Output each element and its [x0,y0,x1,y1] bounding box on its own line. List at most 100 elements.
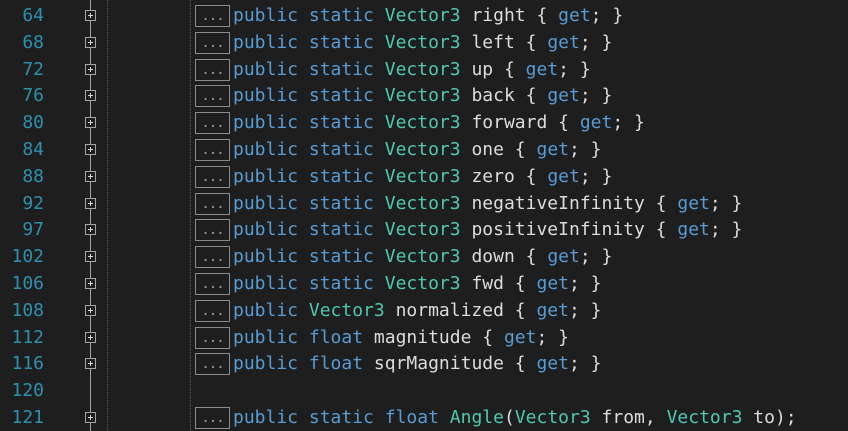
punctuation: { [644,192,678,214]
code-line[interactable]: 92... public static Vector3 negativeInfin… [0,191,848,218]
punctuation [374,219,385,240]
punctuation [298,353,309,374]
expand-plus-icon[interactable] [85,358,96,370]
punctuation [298,246,309,267]
punctuation: ; } [709,219,743,241]
collapsed-region-box[interactable]: ... [195,58,230,81]
code-text: public float magnitude { get; } [233,327,569,348]
code-text: public static Vector3 left { get; } [233,32,612,53]
punctuation: { [493,58,526,80]
punctuation: { [503,139,537,160]
code-line[interactable]: 112... public float magnitude { get; } [0,325,848,352]
keyword: public [233,85,299,107]
keyword: public [233,219,299,241]
punctuation: { [503,273,537,294]
collapsed-region-box[interactable]: ... [195,192,230,215]
type-name: Vector3 [666,407,743,428]
expand-plus-icon[interactable] [85,304,96,316]
collapsed-region-box[interactable]: ... [195,273,230,295]
punctuation: { [503,353,537,375]
code-line[interactable]: 97... public static Vector3 positiveInfin… [0,217,848,244]
punctuation [374,5,385,26]
expand-plus-icon[interactable] [85,170,96,182]
punctuation [374,407,385,428]
punctuation: { [514,85,548,107]
collapsed-region-box[interactable]: ... [195,139,230,161]
punctuation: , [644,407,667,428]
collapsed-region-box[interactable]: ... [195,112,230,135]
code-line[interactable]: 80... public static Vector3 forward { get… [0,110,848,137]
expand-plus-icon[interactable] [85,197,96,209]
code-line[interactable]: 64... public static Vector3 right { get; … [0,3,848,30]
expand-plus-icon[interactable] [85,10,96,21]
collapsed-region-box[interactable]: ... [195,299,230,322]
collapsed-region-box[interactable]: ... [195,353,230,376]
keyword: public [233,58,299,80]
line-number: 68 [22,31,44,53]
code-text: public static Vector3 forward { get; } [233,113,645,133]
expand-plus-icon[interactable] [85,251,96,263]
collapsed-region-box[interactable]: ... [195,326,230,349]
expand-plus-icon[interactable] [85,331,96,343]
collapsed-region-box[interactable]: ... [195,85,230,108]
punctuation: { [547,112,580,134]
expand-plus-icon[interactable] [85,63,96,75]
code-editor[interactable]: 64... public static Vector3 right { get; … [0,0,848,431]
punctuation: { [514,246,548,268]
code-line[interactable]: 121... public static float Angle(Vector3 … [0,405,848,431]
punctuation: ; } [558,58,591,80]
code-text: public static Vector3 positiveInfinity {… [233,220,742,240]
punctuation [461,166,472,187]
code-line[interactable]: 76... public static Vector3 back { get; } [0,83,848,110]
punctuation [461,246,472,267]
punctuation [298,32,309,53]
collapsed-region-box[interactable]: ... [195,246,230,269]
code-line[interactable]: 120 [0,378,848,405]
collapsed-region-box[interactable]: ... [195,219,230,242]
code-text: public static Vector3 negativeInfinity {… [233,192,742,214]
punctuation [298,193,309,214]
type-name: Vector3 [384,5,461,26]
code-line[interactable]: 108... public Vector3 normalized { get; } [0,298,848,325]
code-line[interactable]: 68... public static Vector3 left { get; } [0,30,848,57]
expand-plus-icon[interactable] [85,278,96,289]
collapsed-region-box[interactable]: ... [195,31,230,54]
identifier: fwd [471,273,504,294]
punctuation [461,273,472,294]
code-line[interactable]: 72... public static Vector3 up { get; } [0,57,848,84]
expand-plus-icon[interactable] [85,36,96,48]
code-line[interactable]: 84... public static Vector3 one { get; } [0,137,848,164]
punctuation: ( [503,407,515,428]
code-line[interactable]: 102... public static Vector3 down { get; … [0,244,848,271]
collapsed-region-box[interactable]: ... [195,407,230,429]
keyword: static [308,192,374,214]
code-line[interactable]: 116... public float sqrMagnitude { get; } [0,351,848,378]
keyword: public [233,192,299,214]
line-number: 64 [22,5,44,26]
line-number: 76 [22,85,44,107]
collapsed-region-box[interactable]: ... [195,165,230,188]
expand-plus-icon[interactable] [85,144,96,155]
code-text: public static Vector3 right { get; } [233,6,623,26]
code-text: public static Vector3 fwd { get; } [233,274,602,294]
collapsed-region-box[interactable]: ... [195,5,230,27]
punctuation [374,246,385,267]
keyword: public [233,112,299,134]
line-number: 116 [11,353,44,375]
expand-plus-icon[interactable] [85,412,96,423]
type-name: Vector3 [384,246,461,268]
code-line[interactable]: 106... public static Vector3 fwd { get; } [0,271,848,298]
code-text: public static Vector3 one { get; } [233,140,602,160]
punctuation [461,219,472,240]
keyword: float [308,353,364,375]
expand-plus-icon[interactable] [85,117,96,129]
expand-plus-icon[interactable] [85,224,96,236]
expand-plus-icon[interactable] [85,90,96,102]
type-name: Vector3 [384,165,461,187]
code-line[interactable]: 88... public static Vector3 zero { get; } [0,164,848,191]
punctuation: { [514,165,548,187]
keyword: public [233,5,299,26]
punctuation [461,85,472,106]
keyword: get [536,273,569,294]
identifier: from [601,407,645,428]
